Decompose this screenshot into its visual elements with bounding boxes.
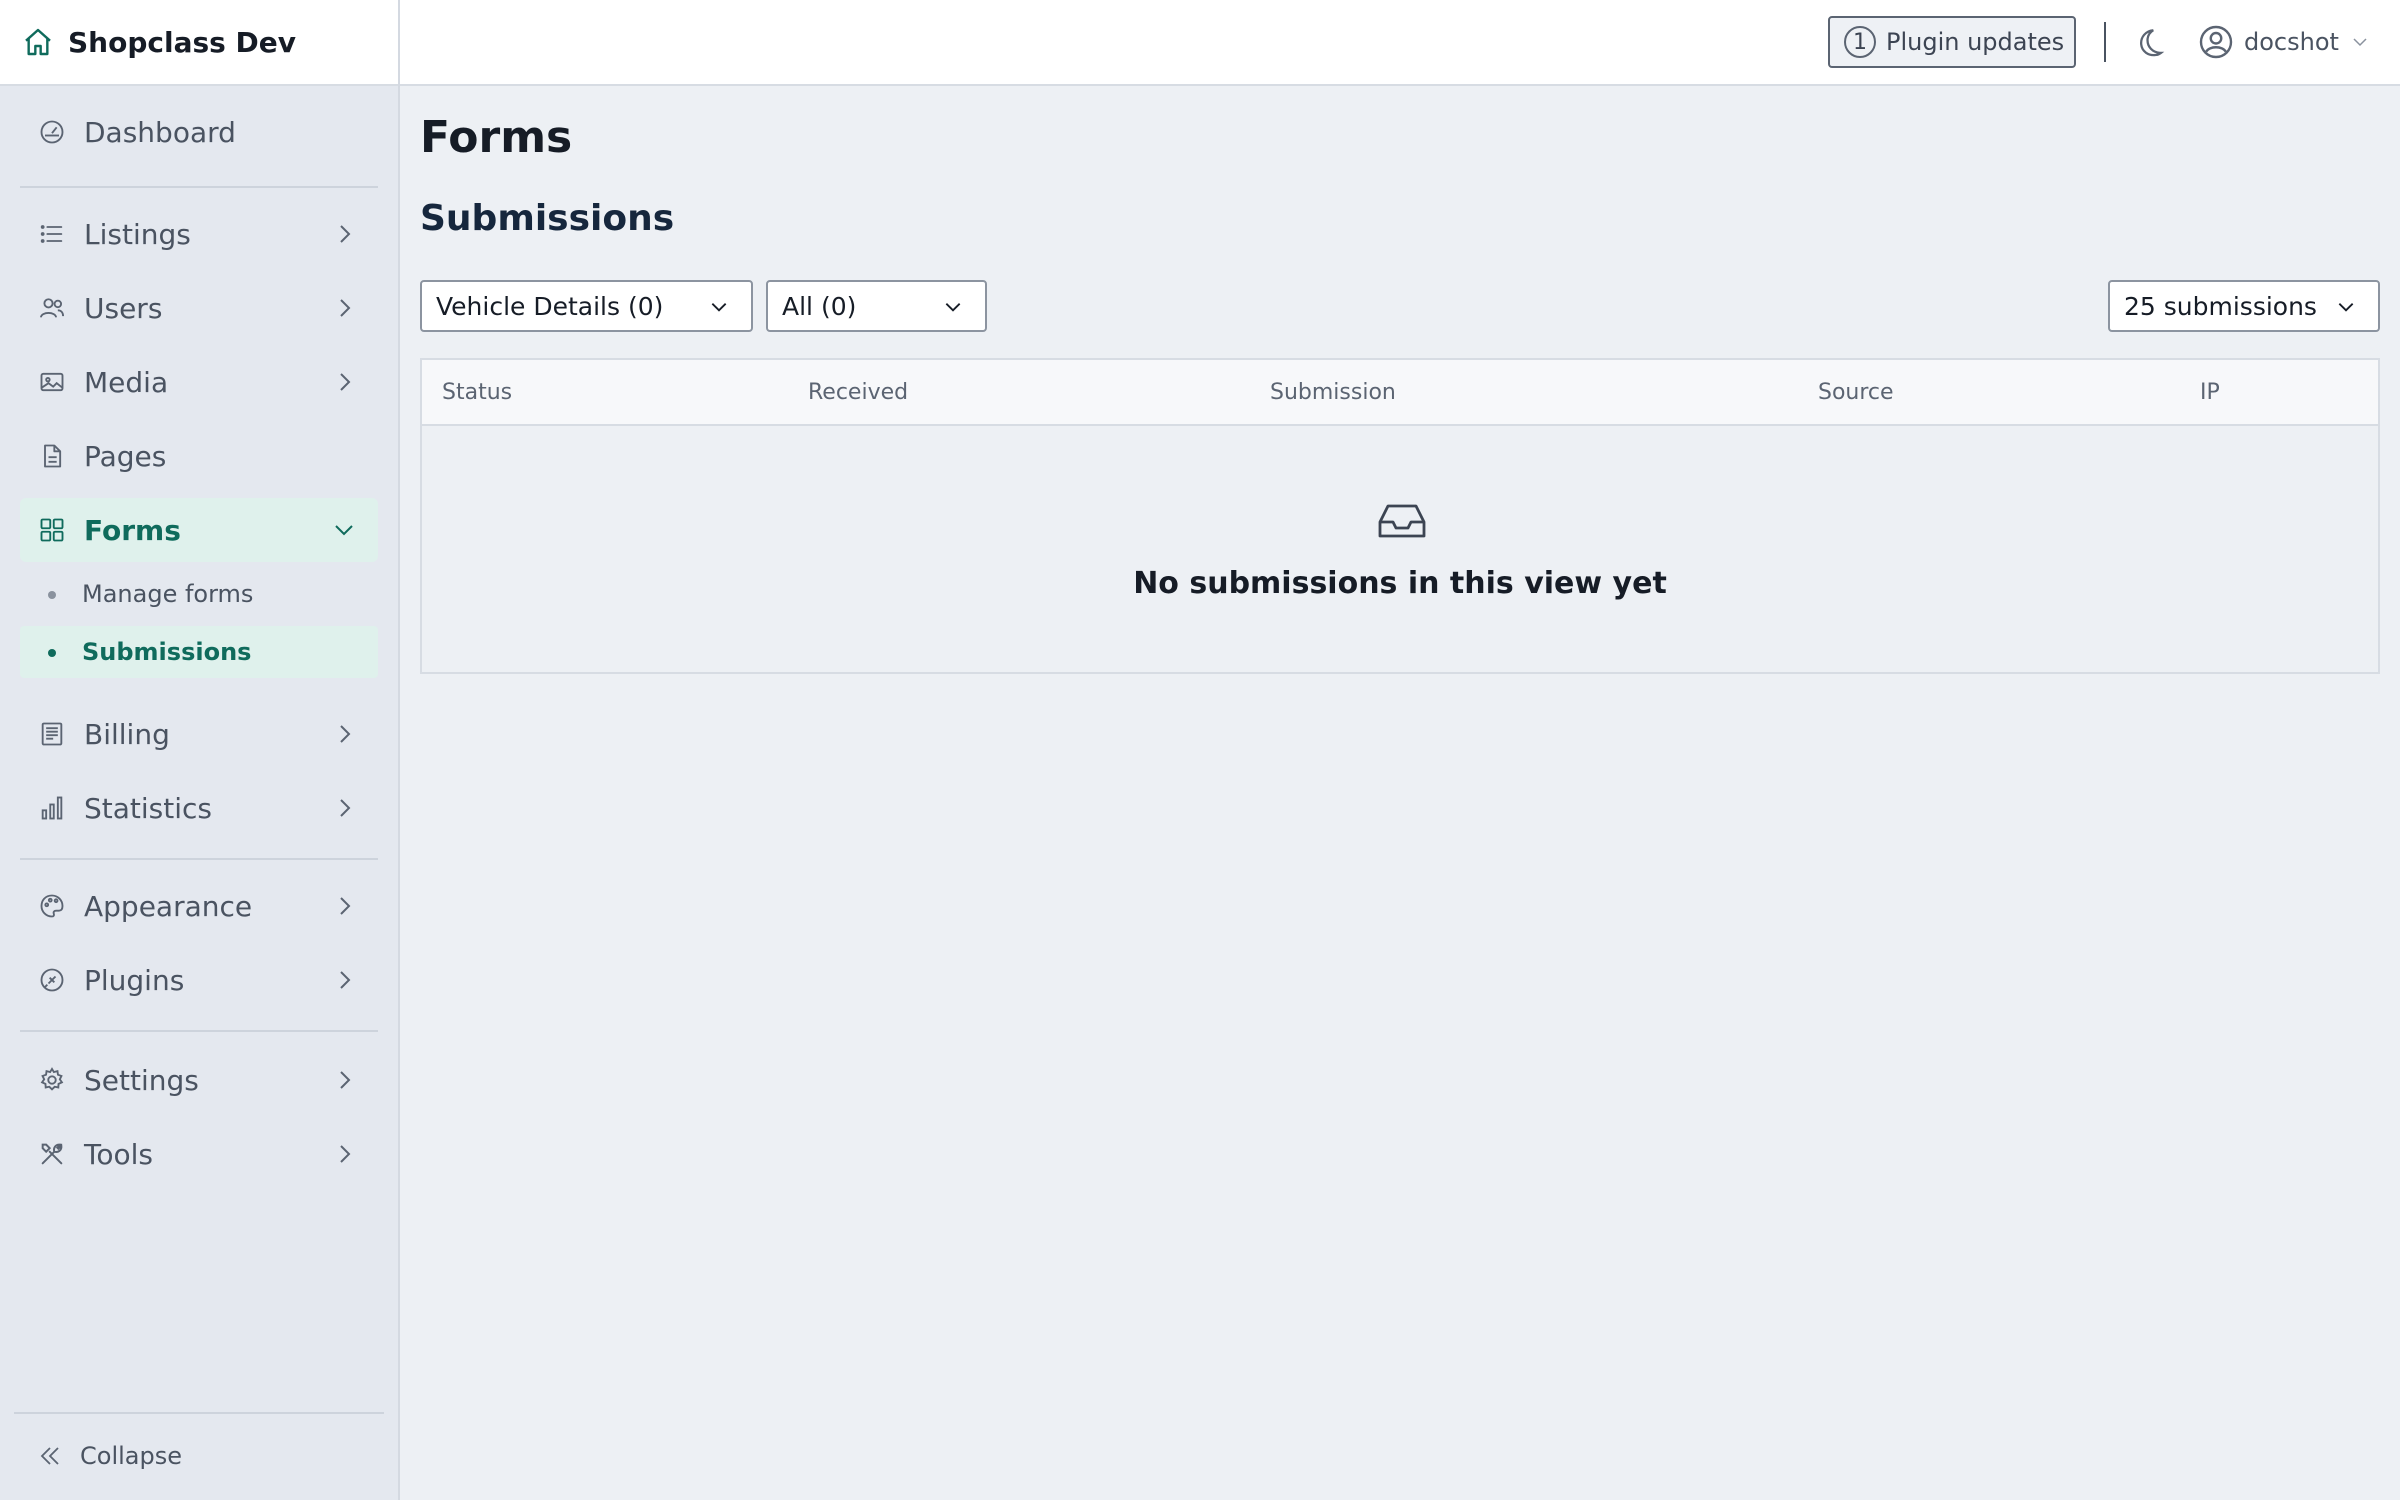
plug-icon	[38, 966, 66, 994]
chevron-down-icon	[945, 303, 961, 312]
sidebar: Shopclass Dev Dashboard Listings Users M…	[0, 0, 400, 1500]
plugin-updates-label: Plugin updates	[1886, 28, 2065, 56]
user-avatar-icon	[2199, 25, 2233, 59]
per-page-select[interactable]: 25 submissions	[2108, 280, 2380, 332]
status-select[interactable]: All (0)	[766, 280, 987, 332]
chevron-down-icon	[711, 303, 727, 312]
chevron-right-icon	[340, 799, 351, 817]
bullet-icon	[48, 649, 56, 657]
gauge-icon	[38, 118, 66, 146]
sidebar-item-label: Settings	[84, 1063, 199, 1097]
sidebar-item-label: Users	[84, 291, 163, 325]
sidebar-item-billing[interactable]: Billing	[20, 702, 378, 766]
sidebar-item-forms[interactable]: Forms	[20, 498, 378, 562]
sidebar-item-label: Tools	[84, 1137, 153, 1171]
chevron-right-icon	[340, 373, 351, 391]
double-chevron-left-icon	[40, 1447, 59, 1465]
collapse-label: Collapse	[80, 1442, 182, 1470]
users-icon	[38, 294, 66, 322]
plugin-updates-count: 1	[1844, 26, 1876, 58]
chevron-down-icon	[2338, 303, 2354, 312]
inbox-icon	[1378, 504, 1426, 538]
topbar: 1 Plugin updates docshot	[400, 0, 2400, 86]
chevron-right-icon	[340, 1071, 351, 1089]
column-header-source[interactable]: Source	[1818, 380, 1894, 405]
sidebar-item-listings[interactable]: Listings	[20, 202, 378, 266]
brand[interactable]: Shopclass Dev	[0, 0, 398, 86]
bullet-icon	[48, 591, 56, 599]
image-icon	[38, 368, 66, 396]
sidebar-item-label: Statistics	[84, 791, 212, 825]
chevron-right-icon	[340, 299, 351, 317]
sidebar-divider	[20, 858, 378, 860]
sidebar-item-label: Dashboard	[84, 115, 236, 149]
sidebar-item-label: Billing	[84, 717, 170, 751]
per-page-select-value: 25 submissions	[2124, 291, 2317, 321]
sidebar-divider	[20, 1030, 378, 1032]
column-header-received[interactable]: Received	[808, 380, 908, 405]
plugin-updates-button[interactable]: 1 Plugin updates	[1828, 16, 2076, 68]
section-title: Submissions	[420, 198, 675, 239]
table-header: Status Received Submission Source IP	[422, 360, 2378, 426]
sidebar-item-label: Media	[84, 365, 169, 399]
chevron-right-icon	[340, 971, 351, 989]
column-header-ip[interactable]: IP	[2200, 380, 2220, 405]
sidebar-item-dashboard[interactable]: Dashboard	[20, 100, 378, 164]
home-icon	[25, 28, 51, 56]
list-icon	[38, 220, 66, 248]
sidebar-divider	[20, 186, 378, 188]
chevron-down-icon	[335, 525, 353, 536]
chevron-right-icon	[340, 897, 351, 915]
bar-chart-icon	[38, 794, 66, 822]
tools-icon	[38, 1140, 66, 1168]
forms-grid-icon	[38, 516, 66, 544]
sidebar-divider	[14, 1412, 384, 1414]
column-header-submission[interactable]: Submission	[1270, 380, 1396, 405]
form-select[interactable]: Vehicle Details (0)	[420, 280, 753, 332]
topbar-divider	[2104, 22, 2106, 62]
sidebar-item-users[interactable]: Users	[20, 276, 378, 340]
document-icon	[38, 442, 66, 470]
brand-title: Shopclass Dev	[68, 25, 297, 59]
status-select-value: All (0)	[782, 291, 857, 321]
chevron-down-icon	[2353, 38, 2367, 47]
collapse-button[interactable]: Collapse	[38, 1434, 182, 1478]
empty-state-message: No submissions in this view yet	[1133, 566, 1667, 601]
moon-icon[interactable]	[2132, 26, 2166, 60]
sidebar-subitem-manage-forms[interactable]: Manage forms	[20, 568, 378, 620]
sidebar-item-pages[interactable]: Pages	[20, 424, 378, 488]
palette-icon	[38, 892, 66, 920]
user-name: docshot	[2244, 28, 2339, 56]
sidebar-item-label: Listings	[84, 217, 191, 251]
sidebar-item-plugins[interactable]: Plugins	[20, 948, 378, 1012]
chevron-right-icon	[340, 225, 351, 243]
sidebar-item-label: Plugins	[84, 963, 185, 997]
user-menu[interactable]: docshot	[2198, 22, 2369, 62]
page-title: Forms	[420, 112, 573, 163]
submissions-table: Status Received Submission Source IP No …	[420, 358, 2380, 674]
form-select-value: Vehicle Details (0)	[436, 291, 664, 321]
column-header-status[interactable]: Status	[442, 380, 512, 405]
sidebar-item-label: Forms	[84, 513, 181, 547]
sidebar-item-label: Appearance	[84, 889, 253, 923]
sidebar-item-statistics[interactable]: Statistics	[20, 776, 378, 840]
chevron-right-icon	[340, 1145, 351, 1163]
gear-icon	[38, 1066, 66, 1094]
sidebar-item-settings[interactable]: Settings	[20, 1048, 378, 1112]
receipt-icon	[38, 720, 66, 748]
sidebar-item-appearance[interactable]: Appearance	[20, 874, 378, 938]
chevron-right-icon	[340, 725, 351, 743]
sidebar-item-label: Pages	[84, 439, 167, 473]
sidebar-subitem-label: Submissions	[82, 638, 252, 666]
sidebar-item-media[interactable]: Media	[20, 350, 378, 414]
sidebar-subitem-submissions[interactable]: Submissions	[20, 626, 378, 678]
sidebar-item-tools[interactable]: Tools	[20, 1122, 378, 1186]
sidebar-subitem-label: Manage forms	[82, 580, 254, 608]
